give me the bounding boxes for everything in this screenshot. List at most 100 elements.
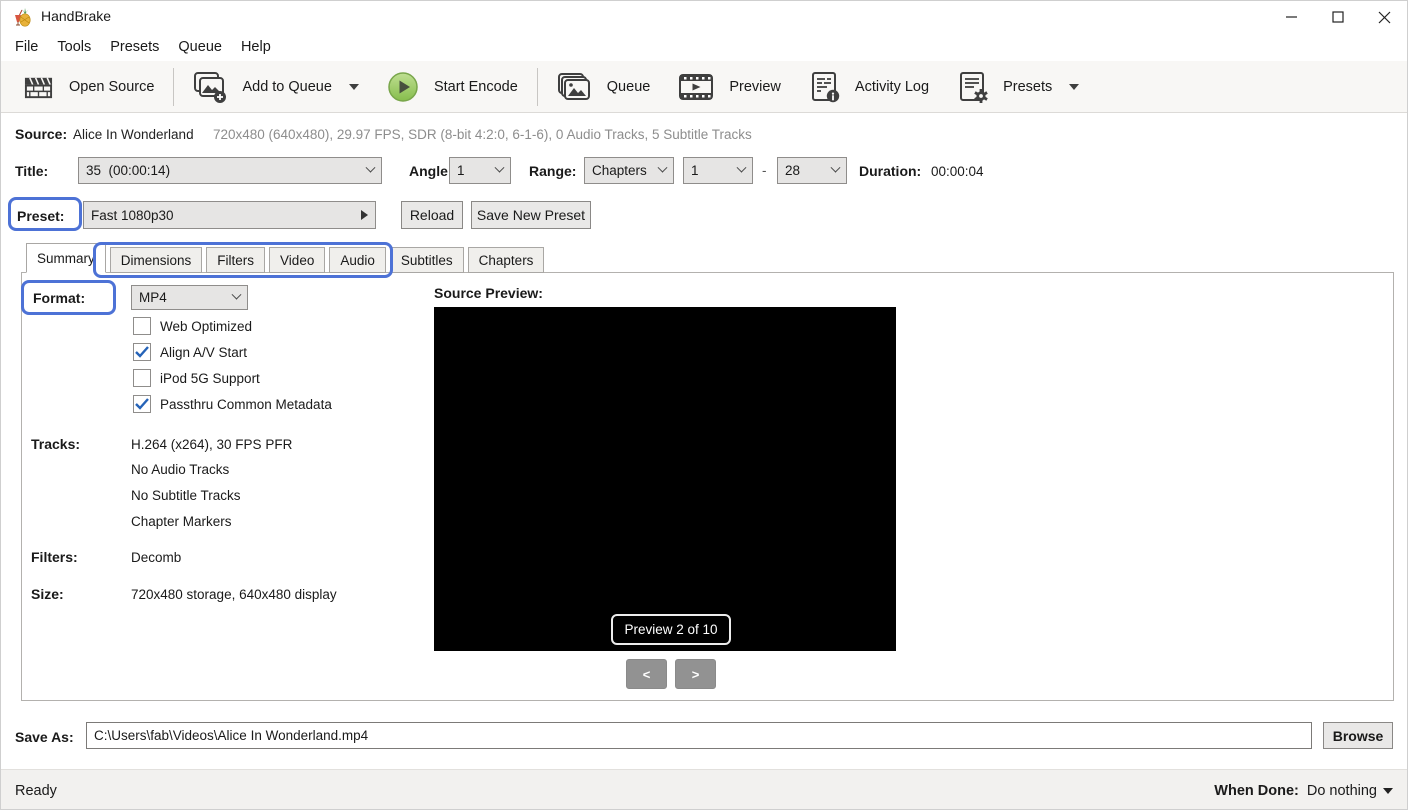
menu-help[interactable]: Help	[241, 39, 271, 55]
add-to-queue-label: Add to Queue	[242, 79, 332, 95]
tracks-line: Chapter Markers	[131, 514, 232, 529]
tab-bar: Summary Dimensions Filters Video Audio S…	[26, 243, 548, 273]
menu-file[interactable]: File	[15, 39, 38, 55]
save-as-input[interactable]	[86, 722, 1312, 749]
title-label: Title:	[15, 163, 48, 179]
open-source-button[interactable]: Open Source	[9, 64, 168, 110]
presets-icon	[957, 71, 988, 103]
web-optimized-label: Web Optimized	[160, 319, 252, 334]
tab-subtitles[interactable]: Subtitles	[390, 247, 464, 273]
handbrake-window: HandBrake File Tools Presets Queue Help	[0, 0, 1408, 810]
menu-tools[interactable]: Tools	[57, 39, 91, 55]
checkmark-icon	[135, 398, 149, 410]
status-ready: Ready	[15, 783, 57, 799]
preview-counter-button[interactable]: Preview 2 of 10	[611, 614, 731, 645]
tracks-line: No Audio Tracks	[131, 462, 229, 477]
passthru-common-metadata-checkbox[interactable]	[133, 395, 151, 413]
close-icon	[1378, 11, 1391, 24]
size-label: Size:	[31, 586, 64, 602]
source-label: Source:	[15, 126, 67, 142]
minimize-button[interactable]	[1269, 1, 1315, 33]
tab-video[interactable]: Video	[269, 247, 325, 273]
add-to-queue-icon	[193, 71, 227, 103]
start-encode-label: Start Encode	[434, 79, 518, 95]
range-label: Range:	[529, 163, 576, 179]
format-label: Format:	[33, 290, 85, 306]
reload-button[interactable]: Reload	[401, 201, 463, 229]
presets-dropdown-icon[interactable]	[1069, 84, 1079, 90]
when-done-value: Do nothing	[1307, 783, 1377, 799]
browse-button[interactable]: Browse	[1323, 722, 1393, 749]
tab-audio[interactable]: Audio	[329, 247, 386, 273]
preset-label: Preset:	[17, 208, 64, 224]
tab-summary[interactable]: Summary	[26, 243, 106, 273]
save-as-label: Save As:	[15, 729, 74, 745]
chevron-down-icon	[232, 290, 242, 300]
ipod-5g-support-checkbox[interactable]	[133, 369, 151, 387]
tab-filters[interactable]: Filters	[206, 247, 265, 273]
activity-log-icon	[809, 71, 840, 103]
start-encode-play-icon	[387, 71, 419, 103]
chevron-down-icon	[1383, 788, 1393, 794]
range-to-select[interactable]: 28	[777, 157, 847, 184]
minimize-icon	[1286, 11, 1298, 23]
preview-image: Preview 2 of 10	[434, 307, 896, 651]
tab-chapters[interactable]: Chapters	[468, 247, 545, 273]
start-encode-button[interactable]: Start Encode	[373, 64, 532, 110]
activity-log-button[interactable]: Activity Log	[795, 64, 943, 110]
angle-select[interactable]: 1	[449, 157, 511, 184]
range-separator: -	[762, 163, 767, 178]
range-type-select[interactable]: Chapters	[584, 157, 674, 184]
when-done-label: When Done:	[1214, 783, 1299, 799]
handbrake-logo-icon	[11, 6, 33, 28]
arrow-right-icon	[361, 210, 368, 220]
tab-dimensions[interactable]: Dimensions	[110, 247, 203, 273]
size-value: 720x480 storage, 640x480 display	[131, 587, 337, 602]
duration-value: 00:00:04	[931, 164, 984, 179]
source-details: 720x480 (640x480), 29.97 FPS, SDR (8-bit…	[213, 127, 752, 142]
source-name: Alice In Wonderland	[73, 127, 194, 142]
preview-previous-button[interactable]: <	[626, 659, 667, 689]
ipod-5g-support-label: iPod 5G Support	[160, 371, 260, 386]
passthru-common-metadata-label: Passthru Common Metadata	[160, 397, 332, 412]
presets-button[interactable]: Presets	[943, 64, 1093, 110]
queue-icon	[557, 72, 592, 102]
chevron-down-icon	[737, 163, 747, 173]
chevron-down-icon	[495, 163, 505, 173]
preview-next-button[interactable]: >	[675, 659, 716, 689]
save-new-preset-button[interactable]: Save New Preset	[471, 201, 591, 229]
preview-icon	[678, 72, 714, 102]
preset-select[interactable]: Fast 1080p30	[83, 201, 376, 229]
duration-label: Duration:	[859, 163, 921, 179]
close-button[interactable]	[1361, 1, 1407, 33]
queue-button[interactable]: Queue	[543, 64, 665, 110]
format-select[interactable]: MP4	[131, 285, 248, 310]
maximize-icon	[1332, 11, 1344, 23]
title-bar: HandBrake	[1, 1, 1407, 33]
align-av-start-checkbox[interactable]	[133, 343, 151, 361]
tracks-label: Tracks:	[31, 436, 80, 452]
add-to-queue-dropdown-icon[interactable]	[349, 84, 359, 90]
clapperboard-icon	[23, 72, 54, 102]
add-to-queue-button[interactable]: Add to Queue	[179, 64, 373, 110]
maximize-button[interactable]	[1315, 1, 1361, 33]
activity-log-label: Activity Log	[855, 79, 929, 95]
title-select[interactable]: 35 (00:00:14)	[78, 157, 382, 184]
presets-label: Presets	[1003, 79, 1052, 95]
web-optimized-checkbox[interactable]	[133, 317, 151, 335]
toolbar: Open Source Add to Queue	[1, 61, 1407, 113]
angle-label: Angle:	[409, 163, 453, 179]
chevron-down-icon	[366, 163, 376, 173]
chevron-down-icon	[658, 163, 668, 173]
window-title: HandBrake	[41, 8, 111, 24]
menu-queue[interactable]: Queue	[178, 39, 222, 55]
filters-value: Decomb	[131, 550, 181, 565]
align-av-start-label: Align A/V Start	[160, 345, 247, 360]
menu-presets[interactable]: Presets	[110, 39, 159, 55]
when-done-control[interactable]: When Done: Do nothing	[1214, 783, 1393, 799]
preview-button[interactable]: Preview	[664, 64, 795, 110]
queue-label: Queue	[607, 79, 651, 95]
filters-label: Filters:	[31, 549, 78, 565]
tracks-line: No Subtitle Tracks	[131, 488, 241, 503]
range-from-select[interactable]: 1	[683, 157, 753, 184]
